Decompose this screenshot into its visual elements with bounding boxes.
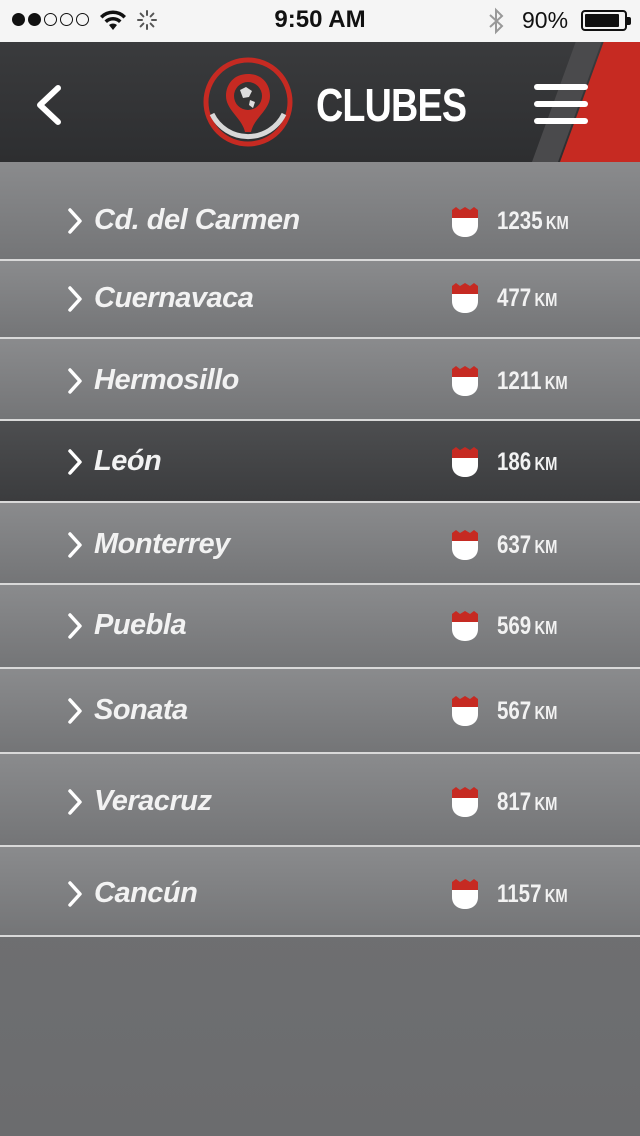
club-name: León <box>94 445 162 477</box>
battery-icon <box>581 10 631 31</box>
chevron-right-icon <box>68 208 82 234</box>
club-name: Hermosillo <box>94 364 239 396</box>
club-name: Cancún <box>94 877 198 909</box>
chevron-right-icon <box>68 286 82 312</box>
list-item[interactable]: Cuernavaca 477 KM <box>0 261 640 339</box>
chevron-right-icon <box>68 449 82 475</box>
chevron-right-icon <box>68 613 82 639</box>
highway-shield-icon <box>452 879 478 909</box>
highway-shield-icon <box>452 696 478 726</box>
list-item[interactable]: Cancún 1157 KM <box>0 847 640 937</box>
club-distance: 569 KM <box>497 612 558 640</box>
chevron-right-icon <box>68 789 82 815</box>
list-item[interactable]: Monterrey 637 KM <box>0 503 640 585</box>
club-name: Cd. del Carmen <box>94 204 300 236</box>
club-distance: 567 KM <box>497 697 558 725</box>
club-name: Monterrey <box>94 528 230 560</box>
club-distance: 637 KM <box>497 531 558 559</box>
club-distance: 186 KM <box>497 448 558 476</box>
list-item[interactable]: León 186 KM <box>0 421 640 503</box>
bluetooth-icon <box>489 7 504 35</box>
list-item[interactable]: Veracruz 817 KM <box>0 754 640 847</box>
club-name: Cuernavaca <box>94 282 254 314</box>
page-title: CLUBES <box>316 79 467 131</box>
club-distance: 1211 KM <box>497 367 568 395</box>
highway-shield-icon <box>452 611 478 641</box>
club-distance: 477 KM <box>497 284 558 312</box>
club-distance: 817 KM <box>497 788 558 816</box>
chevron-right-icon <box>68 532 82 558</box>
club-name: Sonata <box>94 694 188 726</box>
hamburger-menu-icon[interactable] <box>534 84 588 124</box>
globe-map-pin-icon <box>203 57 293 147</box>
clubs-list: Cd. del Carmen 1235 KM Cuernavaca 477 KM H… <box>0 162 640 1136</box>
club-name: Veracruz <box>94 785 212 817</box>
battery-percentage: 90% <box>522 7 569 33</box>
list-item[interactable]: Sonata 567 KM <box>0 669 640 754</box>
list-item[interactable]: Puebla 569 KM <box>0 585 640 669</box>
chevron-right-icon <box>68 368 82 394</box>
list-item[interactable]: Hermosillo 1211 KM <box>0 339 640 421</box>
club-distance: 1235 KM <box>497 207 569 235</box>
status-bar: 9:50 AM 90% <box>0 0 640 42</box>
back-chevron-icon[interactable] <box>28 80 72 130</box>
club-distance: 1157 KM <box>497 880 568 908</box>
club-name: Puebla <box>94 609 187 641</box>
chevron-right-icon <box>68 881 82 907</box>
navigation-header: CLUBES <box>0 42 640 162</box>
highway-shield-icon <box>452 447 478 477</box>
highway-shield-icon <box>452 283 478 313</box>
highway-shield-icon <box>452 530 478 560</box>
chevron-right-icon <box>68 698 82 724</box>
highway-shield-icon <box>452 787 478 817</box>
list-item[interactable]: Cd. del Carmen 1235 KM <box>0 162 640 261</box>
highway-shield-icon <box>452 366 478 396</box>
highway-shield-icon <box>452 207 478 237</box>
